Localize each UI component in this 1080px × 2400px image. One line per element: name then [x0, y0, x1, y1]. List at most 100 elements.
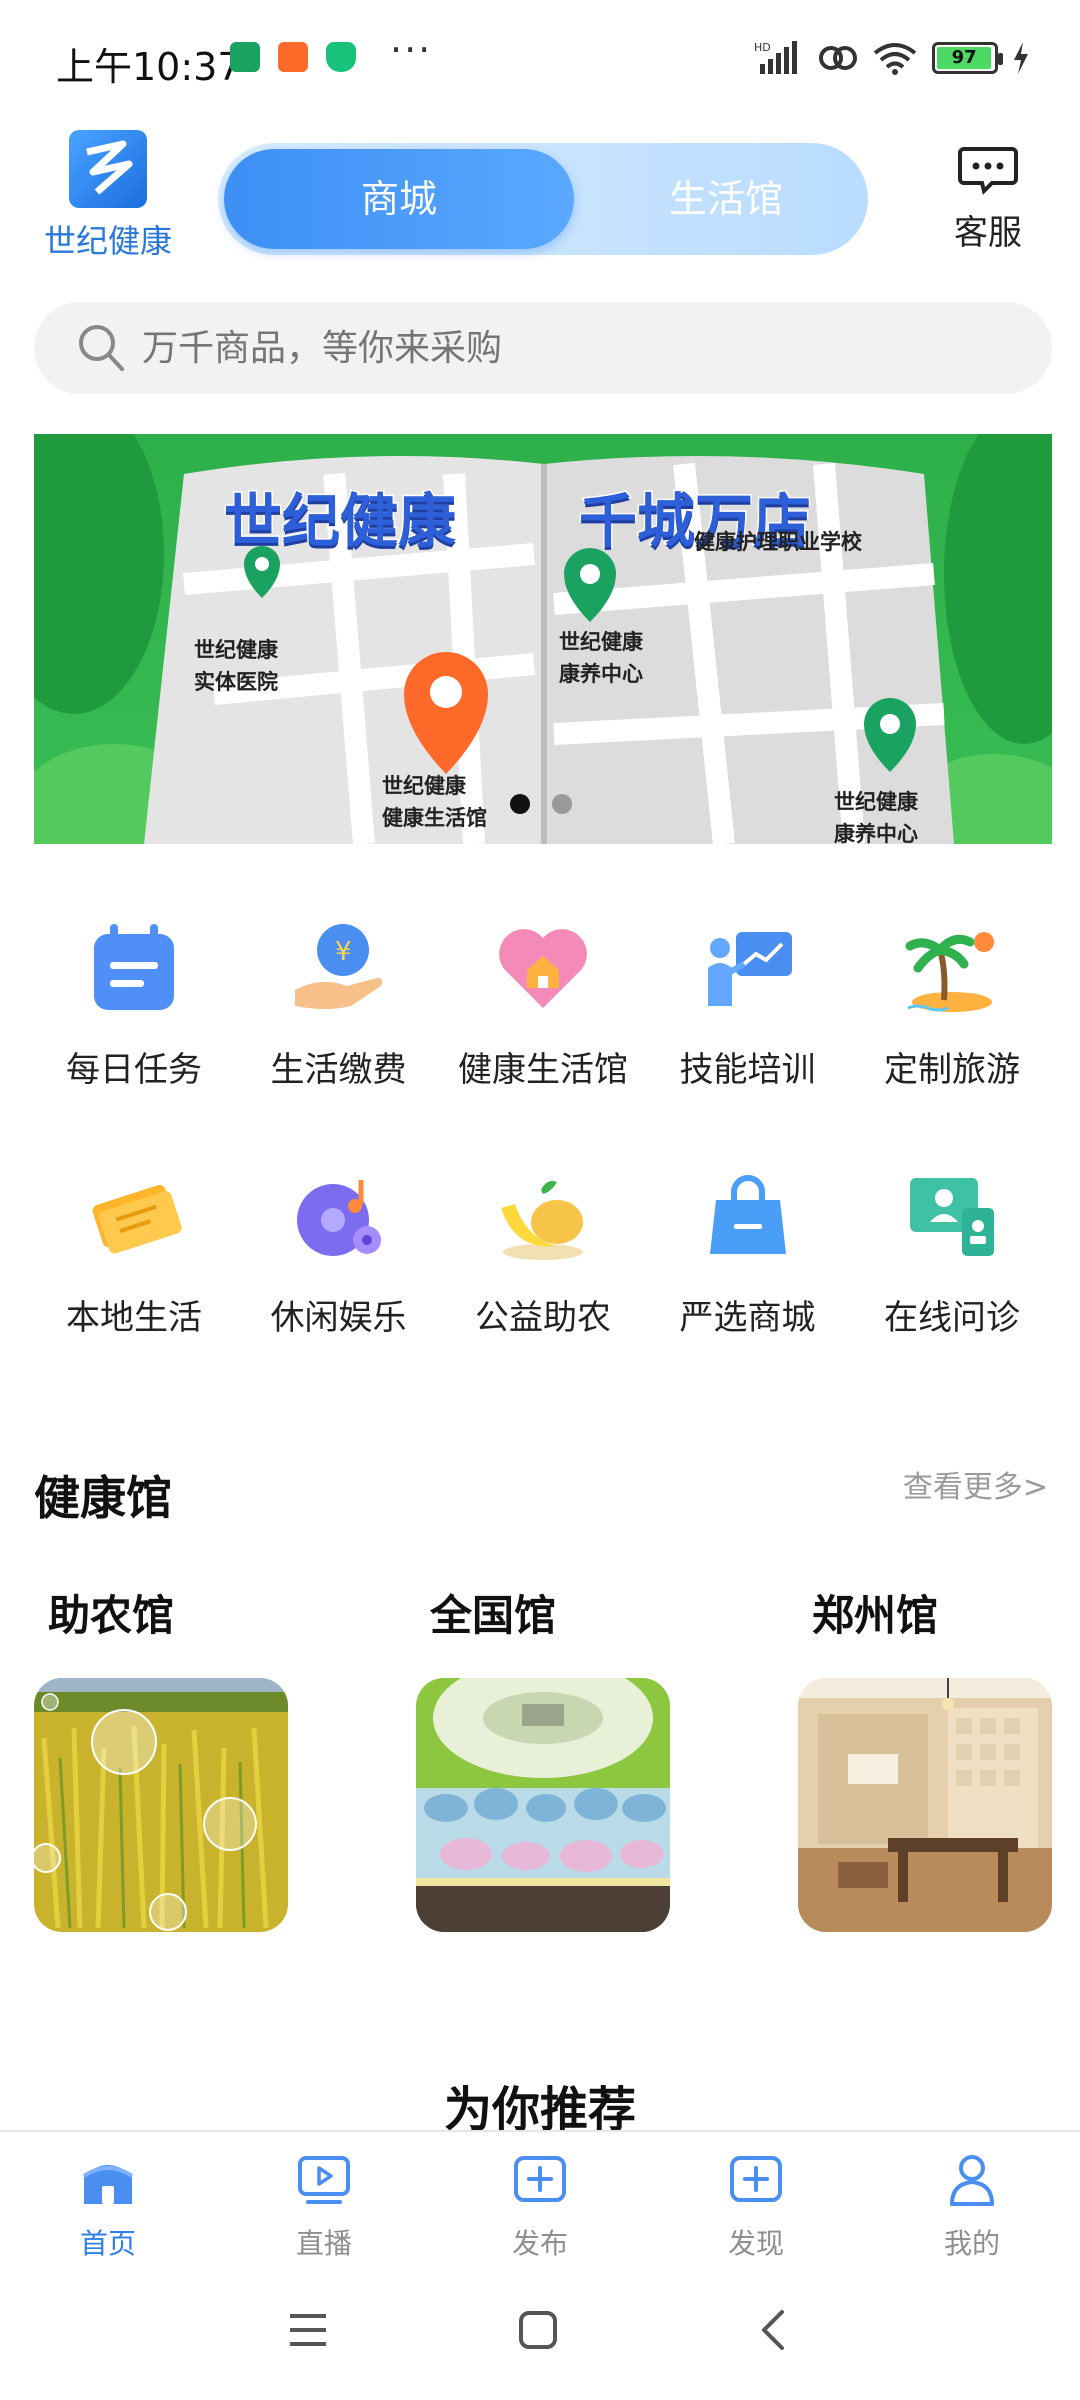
rice-field-image: [34, 1678, 288, 1932]
online-doctor-icon: [910, 1178, 994, 1256]
profile-icon: [950, 2155, 994, 2206]
training-icon: [707, 932, 792, 1006]
download-notification-icon: [230, 42, 260, 72]
banner-dot[interactable]: [552, 794, 572, 814]
hall-card-national[interactable]: 全国馆: [416, 1582, 670, 1932]
grid-item-skill-training[interactable]: 技能培训: [648, 920, 848, 1168]
wifi-icon: [873, 43, 917, 75]
banner-label-center-bottom: 世纪健康 康养中心: [834, 790, 918, 844]
nav-item-home[interactable]: 首页: [0, 2132, 216, 2280]
customer-service-label: 客服: [954, 213, 1022, 253]
banner-dot-active[interactable]: [510, 794, 530, 814]
system-status-icons: HD 97: [754, 40, 1030, 76]
health-hall-list: 助农馆 全国馆 郑州馆: [34, 1582, 1052, 1932]
grid-label: 技能培训: [679, 1050, 816, 1090]
system-navigation-bar: [0, 2280, 1080, 2400]
publish-plus-icon: [514, 2156, 566, 2202]
charging-icon: [1014, 42, 1028, 74]
banner-map-illustration: [34, 434, 1052, 844]
app-logo[interactable]: 世纪健康: [38, 130, 178, 262]
top-tabs: 商城 生活馆: [218, 143, 868, 255]
grid-label: 本地生活: [66, 1298, 202, 1338]
grid-label: 定制旅游: [884, 1050, 1020, 1090]
home-square-icon[interactable]: [516, 2308, 560, 2352]
grid-item-daily-task[interactable]: 每日任务: [34, 920, 234, 1168]
back-icon[interactable]: [752, 2308, 796, 2352]
logo-icon: [69, 130, 147, 208]
status-bar: 上午10:37 ··· HD 97: [0, 0, 1080, 120]
banner-label-life-hall: 世纪健康 健康生活馆: [382, 774, 487, 830]
nav-item-publish[interactable]: 发布: [432, 2132, 648, 2280]
shopping-bag-icon: [709, 1175, 786, 1254]
battery-icon: 97: [932, 42, 1003, 74]
payment-hand-icon: ¥: [294, 924, 382, 1009]
calendar-icon: [94, 924, 174, 1010]
grid-label: 健康生活馆: [458, 1050, 628, 1090]
security-shield-icon: [326, 42, 356, 72]
search-input[interactable]: [142, 302, 942, 394]
nav-item-live[interactable]: 直播: [216, 2132, 432, 2280]
battery-level: 97: [937, 47, 992, 69]
notification-icons: [230, 42, 356, 72]
tab-life-hall[interactable]: 生活馆: [590, 149, 862, 249]
grid-item-leisure[interactable]: 休闲娱乐: [239, 1168, 439, 1416]
grid-item-farm-charity[interactable]: 公益助农: [443, 1168, 643, 1416]
signal-icon: HD: [754, 41, 797, 74]
chat-bubble-icon: [958, 147, 1018, 195]
status-time: 上午10:37: [56, 45, 242, 89]
nav-label: 我的: [943, 2227, 1000, 2260]
see-more-link[interactable]: 查看更多>: [903, 1462, 1048, 1506]
fruit-icon: [501, 1181, 583, 1260]
search-icon: [79, 325, 124, 371]
shopping-app-notification-icon: [278, 42, 308, 72]
hall-name: 助农馆: [48, 1591, 175, 1640]
ticket-icon: [92, 1184, 182, 1254]
nav-item-profile[interactable]: 我的: [864, 2132, 1080, 2280]
menu-icon[interactable]: [286, 2308, 330, 2352]
svg-text:HD: HD: [754, 41, 771, 54]
grid-label: 每日任务: [66, 1050, 202, 1090]
nav-label: 发布: [511, 2227, 568, 2260]
banner-label-center-top: 世纪健康 康养中心: [559, 630, 643, 686]
grid-label: 在线问诊: [884, 1298, 1020, 1338]
function-grid-row-1: 每日任务 ¥ 生活缴费 健康生活馆 技能培训 定制旅游: [34, 920, 1052, 1168]
app-header: 世纪健康 商城 生活馆 客服: [0, 125, 1080, 275]
banner-label-school: 健康护理职业学校: [694, 530, 862, 554]
grid-label: 生活缴费: [270, 1050, 407, 1090]
grid-item-health-life-hall[interactable]: 健康生活馆: [443, 920, 643, 1168]
nav-label: 直播: [295, 2227, 352, 2260]
tab-mall[interactable]: 商城: [224, 149, 574, 249]
hall-name: 全国馆: [430, 1591, 557, 1640]
grid-label: 休闲娱乐: [270, 1298, 407, 1338]
live-play-icon: [298, 2156, 350, 2204]
nav-item-discover[interactable]: 发现: [648, 2132, 864, 2280]
banner-pagination: [510, 794, 572, 814]
banner-label-hospital: 世纪健康 实体医院: [194, 638, 278, 694]
grid-item-local-life[interactable]: 本地生活: [34, 1168, 234, 1416]
function-grid-row-2: 本地生活 休闲娱乐 公益助农 严选商城 在线问诊: [34, 1168, 1052, 1416]
search-bar[interactable]: [34, 302, 1052, 394]
more-notifications-icon: ···: [390, 28, 433, 72]
promo-banner[interactable]: 世纪健康 千城万店 健康护理职业学校 世纪健康 实体医院 世纪健康 康养中心 世…: [34, 434, 1052, 844]
home-icon: [82, 2165, 134, 2204]
music-disc-icon: [296, 1180, 381, 1256]
grid-item-select-mall[interactable]: 严选商城: [648, 1168, 848, 1416]
grid-item-online-consult[interactable]: 在线问诊: [852, 1168, 1052, 1416]
customer-service-button[interactable]: 客服: [948, 145, 1028, 254]
bottom-navigation: 首页 直播 发布 发现 我的: [0, 2130, 1080, 2280]
tea-room-image: [798, 1678, 1052, 1932]
logo-text: 世纪健康: [43, 222, 172, 260]
heart-house-icon: [499, 929, 587, 1008]
banner-title-left: 世纪健康: [222, 486, 457, 557]
hall-card-zhengzhou[interactable]: 郑州馆: [798, 1582, 1052, 1932]
hall-name: 郑州馆: [812, 1591, 939, 1640]
svg-text:¥: ¥: [335, 937, 352, 967]
hall-card-farm[interactable]: 助农馆: [34, 1582, 288, 1932]
discover-plus-icon: [730, 2156, 782, 2202]
exhibition-hall-image: [416, 1678, 670, 1932]
grid-item-bill-payment[interactable]: ¥ 生活缴费: [239, 920, 439, 1168]
grid-label: 严选商城: [679, 1298, 816, 1338]
nav-label: 发现: [727, 2227, 784, 2260]
nav-label: 首页: [79, 2227, 136, 2260]
grid-item-custom-travel[interactable]: 定制旅游: [852, 920, 1052, 1168]
